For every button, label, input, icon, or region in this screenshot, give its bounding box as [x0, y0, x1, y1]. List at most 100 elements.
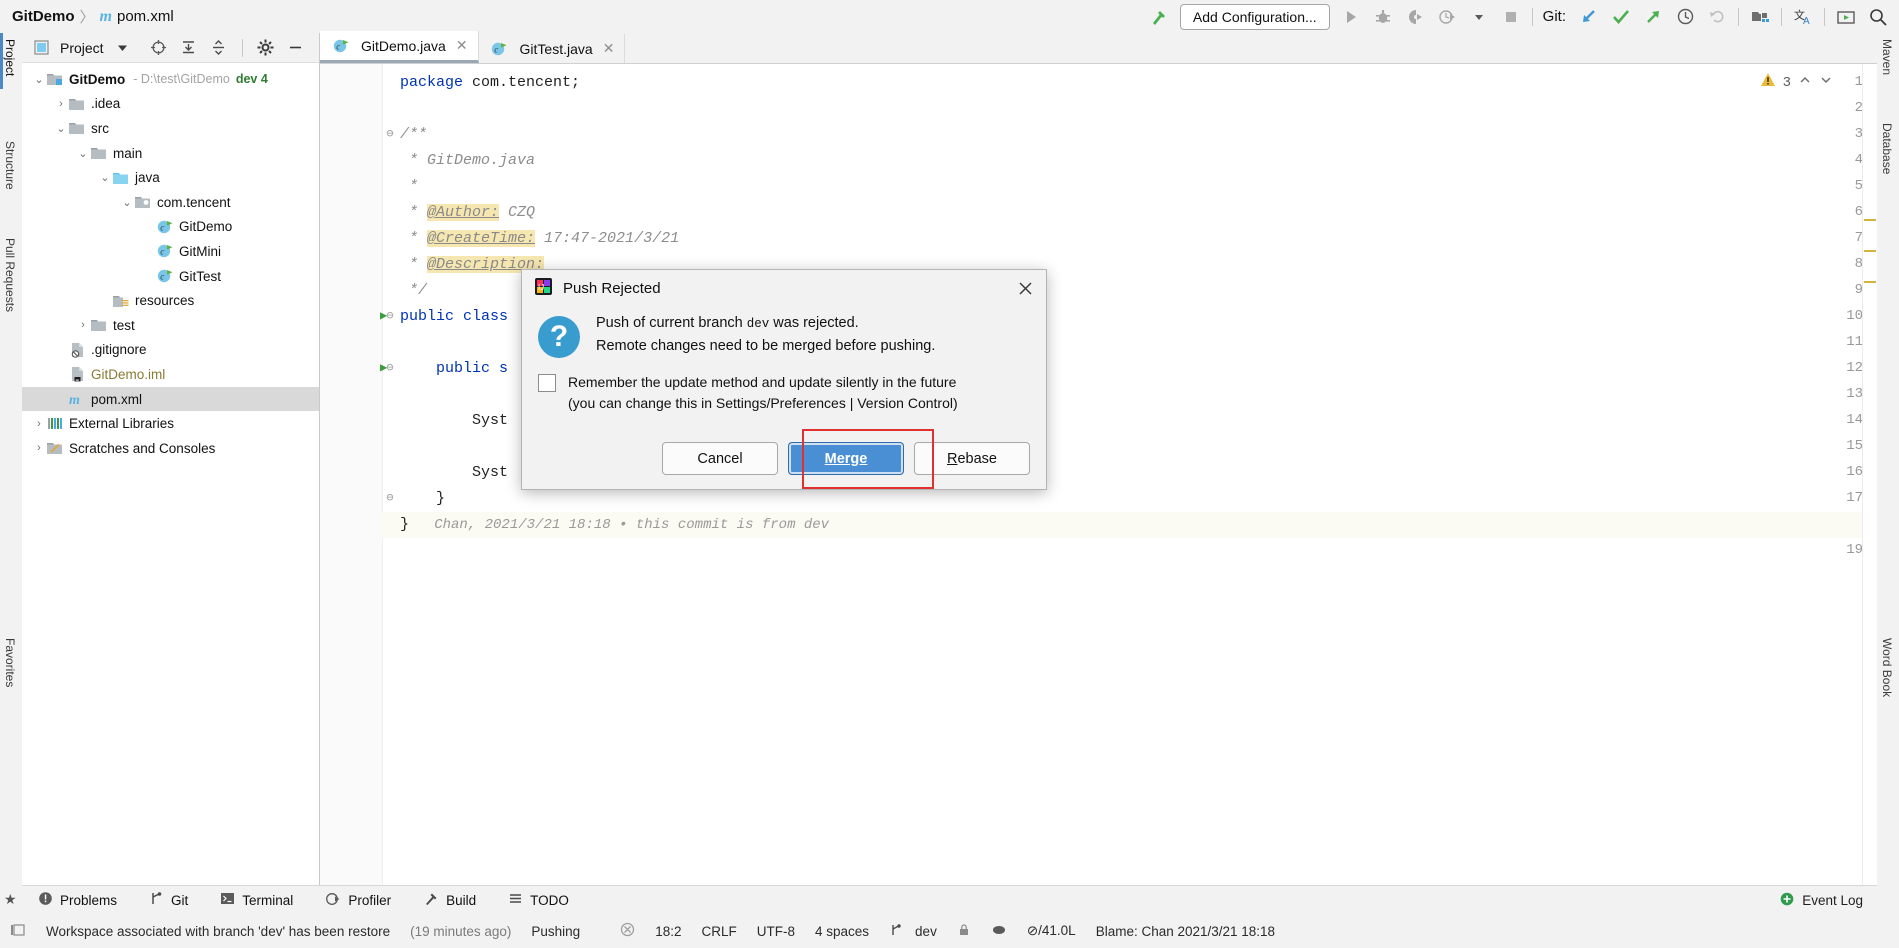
code-fold-toggle[interactable]: ⊖ [383, 126, 397, 141]
event-log-button[interactable]: Event Log [1779, 891, 1877, 910]
expand-all-icon[interactable] [178, 37, 200, 59]
close-icon[interactable] [1012, 275, 1038, 301]
run-gutter-icon[interactable]: ▶ [380, 360, 387, 375]
profile-icon[interactable] [1436, 6, 1458, 28]
chevron-down-icon[interactable]: ⌄ [54, 122, 68, 135]
run-gutter-icon[interactable]: ▶ [380, 308, 387, 323]
tree-node-resources[interactable]: resources [22, 288, 319, 313]
debug-icon[interactable] [1372, 6, 1394, 28]
remember-choice-row[interactable]: Remember the update method and update si… [522, 358, 1046, 414]
tree-node-test[interactable]: › test [22, 313, 319, 338]
code-line: Syst [400, 412, 508, 429]
collapse-all-icon[interactable] [208, 37, 230, 59]
presentation-icon[interactable] [1835, 6, 1857, 28]
tool-window-profiler[interactable]: Profiler [309, 891, 407, 910]
tree-node-gitdemo[interactable]: c GitDemo [22, 215, 319, 240]
caret-position[interactable]: 18:2 [645, 924, 691, 939]
tool-window-build[interactable]: Build [407, 891, 492, 910]
line-separator[interactable]: CRLF [691, 924, 746, 939]
tree-node-java[interactable]: ⌄ java [22, 165, 319, 190]
minimize-icon[interactable] [285, 37, 307, 59]
memory-indicator[interactable]: ⊘/41.0L [1017, 923, 1086, 939]
tree-node-gitmini[interactable]: c GitMini [22, 239, 319, 264]
tool-window-problems[interactable]: Problems [22, 891, 133, 909]
chevron-down-icon[interactable]: ⌄ [98, 171, 112, 184]
tree-node-scratches-and-consoles[interactable]: › Scratches and Consoles [22, 436, 319, 461]
cancel-icon[interactable] [610, 922, 645, 940]
tree-node-com-tencent[interactable]: ⌄ com.tencent [22, 190, 319, 215]
editor-marker-bar[interactable] [1862, 64, 1877, 916]
chevron-right-icon[interactable]: › [32, 418, 46, 430]
close-icon[interactable]: ✕ [456, 37, 468, 54]
stop-icon[interactable] [1500, 6, 1522, 28]
lock-icon[interactable] [947, 923, 981, 940]
chevron-down-icon[interactable]: ⌄ [120, 196, 134, 209]
file-encoding[interactable]: UTF-8 [747, 924, 805, 939]
cancel-button[interactable]: Cancel [662, 442, 778, 475]
sidebar-item-word-book[interactable]: Word Book [1880, 638, 1894, 697]
project-panel-title[interactable]: Project [60, 40, 104, 56]
gear-icon[interactable] [255, 37, 277, 59]
indent-setting[interactable]: 4 spaces [805, 924, 879, 939]
sidebar-item-database[interactable]: Database [1880, 123, 1894, 174]
tree-node-gitdemo-iml[interactable]: GitDemo.iml [22, 362, 319, 387]
chevron-right-icon[interactable]: › [32, 442, 46, 454]
tool-window-terminal[interactable]: Terminal [204, 891, 309, 909]
chevron-down-icon[interactable]: ⌄ [76, 147, 90, 160]
status-bar-toggle-icon[interactable] [0, 922, 36, 941]
chevron-down-icon[interactable] [112, 37, 134, 59]
editor-tabs[interactable]: c GitDemo.java ✕ c GitTest.java ✕ [320, 31, 1877, 64]
sidebar-item-project[interactable]: Project [3, 39, 17, 76]
code-line: public s [400, 360, 508, 377]
search-icon[interactable] [1867, 6, 1889, 28]
inspection-widget[interactable]: 3 [1760, 72, 1833, 93]
push-icon[interactable] [1642, 6, 1664, 28]
chevron-up-icon[interactable] [1798, 73, 1812, 92]
tree-node-main[interactable]: ⌄ main [22, 141, 319, 166]
sidebar-item-pull-requests[interactable]: Pull Requests [3, 238, 17, 312]
tree-node-src[interactable]: ⌄ src [22, 116, 319, 141]
sidebar-item-favorites[interactable]: Favorites [3, 638, 17, 687]
breadcrumb-project[interactable]: GitDemo [12, 8, 75, 25]
add-configuration-button[interactable]: Add Configuration... [1179, 3, 1330, 30]
run-with-coverage-icon[interactable] [1404, 6, 1426, 28]
tree-node-gittest[interactable]: c GitTest [22, 264, 319, 289]
run-icon[interactable] [1340, 6, 1362, 28]
editor-tab-gittest-java[interactable]: c GitTest.java ✕ [478, 34, 626, 63]
libraries-icon [46, 416, 64, 432]
tool-window-todo[interactable]: TODO [492, 891, 585, 909]
tree-node-gitdemo[interactable]: ⌄ GitDemo - D:\test\GitDemo dev 4 [22, 67, 319, 92]
tool-window-git[interactable]: Git [133, 891, 204, 909]
editor-gutter[interactable] [320, 64, 383, 916]
close-icon[interactable]: ✕ [603, 40, 615, 57]
project-structure-icon[interactable] [1749, 6, 1771, 28]
update-project-icon[interactable] [1578, 6, 1600, 28]
memory-icon[interactable] [981, 922, 1017, 941]
tree-node-external-libraries[interactable]: › External Libraries [22, 411, 319, 436]
chevron-down-icon[interactable] [1468, 6, 1490, 28]
rollback-icon[interactable] [1706, 6, 1728, 28]
breadcrumb-file[interactable]: pom.xml [117, 8, 174, 25]
current-branch[interactable]: dev [913, 924, 947, 939]
sidebar-item-structure[interactable]: Structure [3, 141, 17, 190]
locate-icon[interactable] [148, 37, 170, 59]
hammer-icon[interactable] [1148, 6, 1170, 28]
chevron-right-icon[interactable]: › [54, 98, 68, 110]
remember-choice-checkbox[interactable] [538, 374, 556, 392]
tree-node--idea[interactable]: › .idea [22, 92, 319, 117]
code-fold-toggle[interactable]: ⊖ [383, 490, 397, 505]
tree-node--gitignore[interactable]: .gitignore [22, 338, 319, 363]
favorites-star-icon[interactable]: ★ [4, 891, 17, 908]
translate-icon[interactable]: 文A [1792, 6, 1814, 28]
code-editor[interactable]: 1 package com.tencent; 2 3 ⊖/** 4 * GitDemo.j… [320, 64, 1877, 916]
history-icon[interactable] [1674, 6, 1696, 28]
project-tree[interactable]: ⌄ GitDemo - D:\test\GitDemo dev 4 › .idea ⌄ src… [22, 63, 319, 461]
commit-icon[interactable] [1610, 6, 1632, 28]
sidebar-item-maven[interactable]: Maven [1880, 39, 1894, 75]
code-token: Syst [400, 464, 509, 481]
chevron-down-icon[interactable]: ⌄ [32, 73, 46, 86]
editor-tab-gitdemo-java[interactable]: c GitDemo.java ✕ [320, 31, 479, 63]
tree-node-pom-xml[interactable]: m pom.xml [22, 386, 319, 412]
chevron-right-icon[interactable]: › [76, 319, 90, 331]
chevron-down-icon[interactable] [1819, 73, 1833, 92]
